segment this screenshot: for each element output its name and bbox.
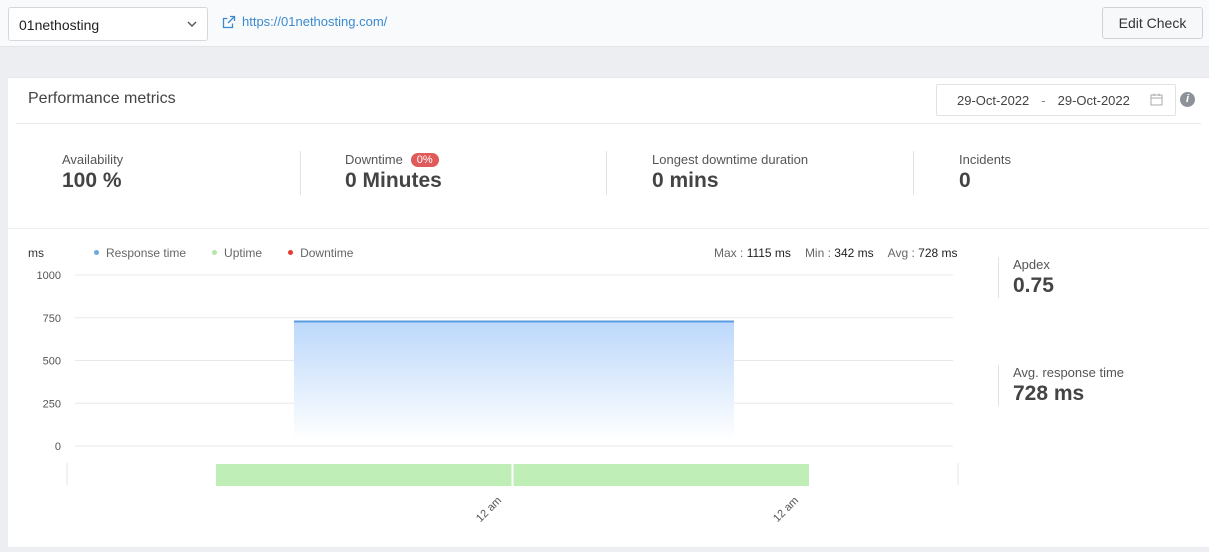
- uptime-segment: [513, 464, 809, 486]
- metric-value: 0 mins: [652, 169, 719, 192]
- metric-longest-downtime: Longest downtime duration 0 mins: [652, 152, 808, 193]
- response-time-area: [294, 321, 734, 440]
- date-from: 29-Oct-2022: [957, 92, 1030, 108]
- site-select-value: 01nethosting: [19, 17, 100, 33]
- metric-label: Longest downtime duration: [652, 152, 809, 167]
- performance-panel: Performance metrics 29-Oct-2022 - 29-Oct…: [8, 77, 1209, 547]
- calendar-icon: [1150, 93, 1163, 106]
- metric-divider: [606, 151, 607, 195]
- date-to: 29-Oct-2022: [1057, 92, 1130, 108]
- metric-divider: [300, 151, 301, 195]
- metric-label: Downtime 0%: [345, 152, 442, 167]
- info-icon[interactable]: i: [1180, 92, 1195, 107]
- avg-response-value: 728 ms: [1013, 382, 1085, 405]
- response-time-chart: ms Response time Uptime Downtime Max : 1…: [8, 228, 1209, 548]
- avg-response-label: Avg. response time: [1013, 365, 1125, 380]
- site-url-text: https://01nethosting.com/: [242, 14, 388, 29]
- metric-availability: Availability 100 %: [62, 152, 123, 193]
- top-bar: 01nethosting https://01nethosting.com/ E…: [0, 0, 1209, 47]
- site-select[interactable]: 01nethosting: [8, 7, 208, 41]
- metric-value: 100 %: [62, 169, 122, 192]
- downtime-percent-badge: 0%: [410, 152, 439, 167]
- panel-title: Performance metrics: [28, 90, 176, 107]
- metric-label: Incidents: [959, 152, 1012, 167]
- metric-incidents: Incidents 0: [959, 152, 1011, 193]
- x-tick-label: 12 am: [474, 495, 504, 525]
- y-tick-label: 1000: [37, 270, 61, 282]
- metric-label-text: Downtime: [345, 152, 403, 167]
- site-url-link[interactable]: https://01nethosting.com/: [222, 14, 387, 29]
- x-tick-label: 12 am: [771, 495, 801, 525]
- divider: [16, 123, 1201, 124]
- uptime-segment: [216, 464, 512, 486]
- y-tick-label: 750: [43, 313, 61, 325]
- apdex-value: 0.75: [1013, 274, 1054, 297]
- y-tick-label: 250: [43, 398, 61, 410]
- metric-label: Availability: [62, 152, 124, 167]
- chart-canvas: 1000 750 500 250 0 12 am 12 am: [37, 270, 959, 525]
- apdex-card: Apdex 0.75: [998, 257, 1198, 298]
- edit-check-button[interactable]: Edit Check: [1102, 7, 1203, 39]
- avg-response-card: Avg. response time 728 ms: [998, 365, 1198, 406]
- date-range-picker[interactable]: 29-Oct-2022 - 29-Oct-2022: [936, 84, 1176, 116]
- y-tick-label: 500: [43, 356, 61, 368]
- date-separator: -: [1041, 92, 1046, 108]
- metric-downtime: Downtime 0% 0 Minutes: [345, 152, 442, 193]
- y-tick-label: 0: [55, 441, 61, 453]
- chevron-down-icon: [187, 21, 197, 27]
- metric-divider: [913, 151, 914, 195]
- apdex-label: Apdex: [1013, 257, 1050, 272]
- external-link-icon: [222, 15, 236, 28]
- metric-value: 0 Minutes: [345, 169, 442, 192]
- metric-value: 0: [959, 169, 971, 192]
